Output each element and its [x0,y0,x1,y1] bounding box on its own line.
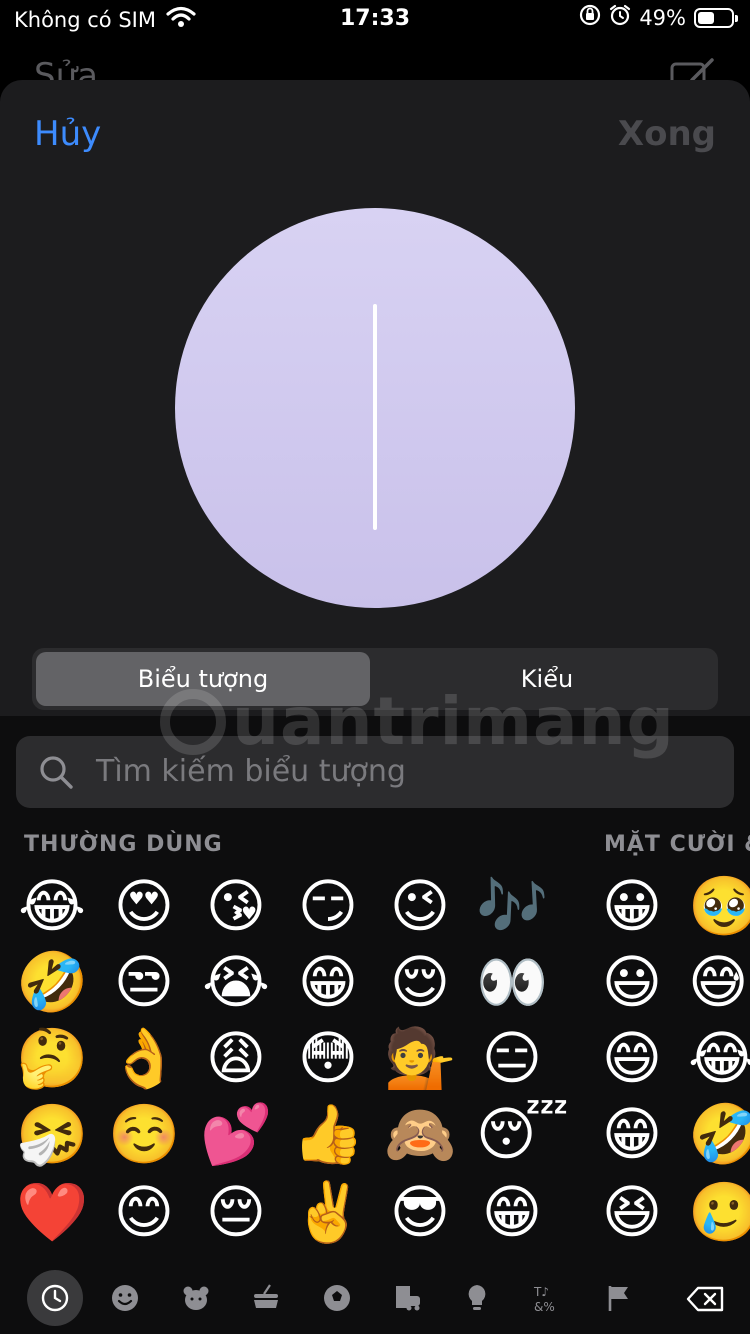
smileys-icon [112,1285,138,1311]
emoji-key[interactable]: 👌 [108,1022,180,1094]
emoji-key[interactable]: 🤣 [688,1098,750,1170]
emoji-key[interactable]: 😆 [596,1176,668,1248]
emoji-key[interactable]: 😘 [200,870,272,942]
symbols-icon: T♪&% [533,1285,555,1314]
emoji-key[interactable]: 😅 [688,946,750,1018]
emoji-key[interactable]: 😔 [200,1176,272,1248]
emoji-key[interactable]: 👀 [476,946,548,1018]
emoji-key[interactable]: 😩 [200,1022,272,1094]
emoji-key[interactable]: ☺️ [108,1098,180,1170]
status-right: 49% [579,4,738,31]
emoji-key[interactable]: 😒 [108,946,180,1018]
food-icon [254,1284,278,1308]
emoji-key[interactable]: 😏 [292,870,364,942]
svg-text:&%: &% [534,1300,555,1314]
emoji-key[interactable]: 👍 [292,1098,364,1170]
emoji-key[interactable]: 😄 [596,1022,668,1094]
animals-icon [183,1286,209,1310]
category-recent-icon[interactable] [27,1270,83,1326]
emoji-key[interactable]: 🎶 [476,870,548,942]
category-activity-icon[interactable] [309,1270,365,1326]
battery-icon [694,7,738,28]
emoji-key[interactable]: ❤️ [16,1176,88,1248]
emoji-key[interactable]: 😃 [596,946,668,1018]
emoji-key[interactable]: ✌️ [292,1176,364,1248]
emoji-key[interactable]: 😑 [476,1022,548,1094]
emoji-key[interactable]: 🤧 [16,1098,88,1170]
emoji-key[interactable]: 💕 [200,1098,272,1170]
delete-key[interactable] [676,1270,736,1326]
category-flags-icon[interactable] [590,1270,646,1326]
category-food-icon[interactable] [238,1270,294,1326]
emoji-key[interactable]: 😀 [596,870,668,942]
activity-icon [324,1285,350,1311]
emoji-key[interactable]: 😂 [16,870,88,942]
delete-icon [686,1286,724,1312]
svg-text:T♪: T♪ [533,1285,549,1299]
battery-fill [698,11,714,24]
emoji-key[interactable]: 🤣 [16,946,88,1018]
category-smileys-icon[interactable] [97,1270,153,1326]
emoji-key[interactable]: 😍 [108,870,180,942]
emoji-key[interactable]: 😭 [200,946,272,1018]
recent-icon [41,1284,69,1312]
emoji-key[interactable]: 🤔 [16,1022,88,1094]
emoji-key[interactable]: 🙈 [384,1098,456,1170]
emoji-key[interactable]: 😊 [108,1176,180,1248]
emoji-key[interactable]: 😁 [292,946,364,1018]
emoji-key[interactable]: 😎 [384,1176,456,1248]
category-symbols-icon[interactable]: T♪ &% [520,1270,576,1326]
emoji-key[interactable]: 🥹 [688,870,750,942]
category-objects-icon[interactable] [449,1270,505,1326]
done-button[interactable]: Xong [618,114,716,154]
category-bar: T♪ &% [0,1264,750,1334]
battery-percent: 49% [639,5,686,30]
travel-icon [396,1286,420,1311]
emoji-key[interactable]: 😌 [384,946,456,1018]
emoji-key[interactable]: 😂 [688,1022,750,1094]
watermark-q-icon [160,688,226,755]
watermark-logo: uantrimang [160,683,675,760]
section-frequent: THƯỜNG DÙNG [24,832,223,857]
emoji-key[interactable]: 💁 [384,1022,456,1094]
flags-icon [608,1286,628,1311]
cancel-button[interactable]: Hủy [34,114,101,154]
category-travel-icon[interactable] [379,1270,435,1326]
alarm-icon [609,4,631,31]
rotation-lock-icon [579,4,601,31]
edit-sheet: Hủy Xong Biểu tượng Kiểu [0,80,750,716]
text-caret [373,304,377,530]
emoji-key[interactable]: 🥲 [688,1176,750,1248]
search-icon [38,754,74,794]
objects-icon [468,1285,486,1310]
avatar-preview[interactable] [175,208,575,608]
emoji-key[interactable]: 😴 [476,1098,569,1170]
emoji-key[interactable]: 😁 [596,1098,668,1170]
emoji-key[interactable]: 😳 [292,1022,364,1094]
category-animals-icon[interactable] [168,1270,224,1326]
status-bar: Không có SIM 17:33 49% [0,0,750,44]
watermark-text: uantrimang [232,683,675,760]
section-smileys: MẶT CƯỜI & [604,832,750,857]
emoji-key[interactable]: 😉 [384,870,456,942]
emoji-key[interactable]: 😁 [476,1176,548,1248]
